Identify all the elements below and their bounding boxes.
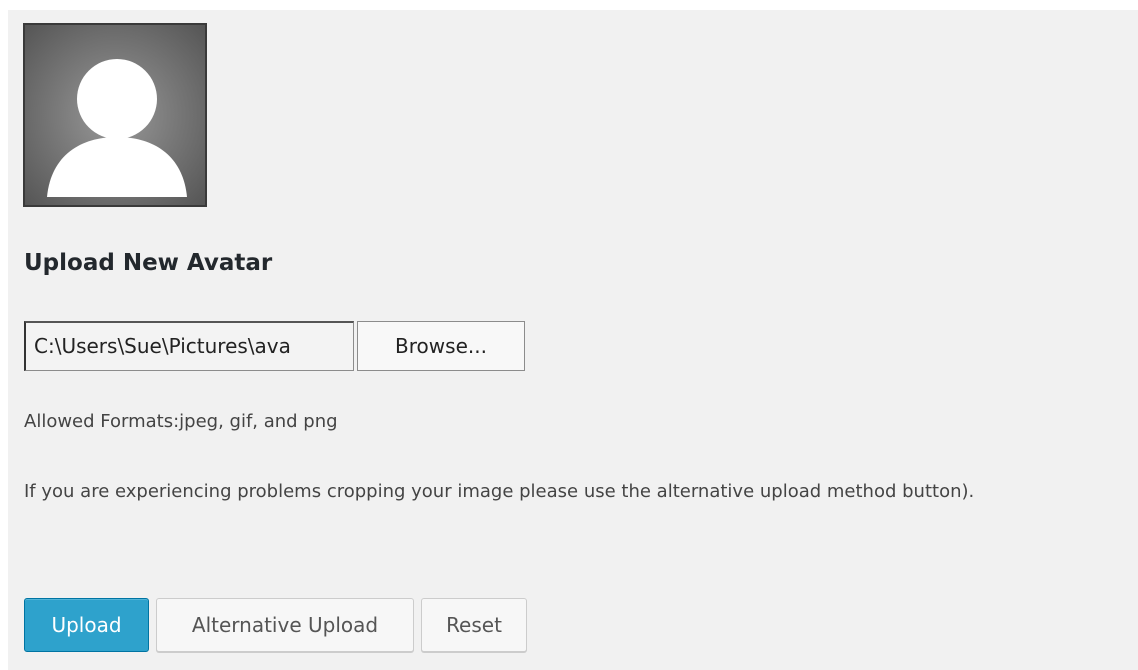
- reset-button[interactable]: Reset: [421, 598, 527, 652]
- file-path-field[interactable]: C:\Users\Sue\Pictures\ava: [24, 321, 354, 371]
- upload-button[interactable]: Upload: [24, 598, 149, 652]
- browse-button[interactable]: Browse...: [357, 321, 525, 371]
- upload-heading: Upload New Avatar: [24, 250, 273, 276]
- allowed-formats-text: Allowed Formats:jpeg, gif, and png: [24, 411, 338, 432]
- cropping-note-text: If you are experiencing problems croppin…: [24, 481, 975, 502]
- alternative-upload-button[interactable]: Alternative Upload: [156, 598, 414, 652]
- avatar-image: [23, 23, 207, 207]
- user-silhouette-icon: [47, 59, 187, 197]
